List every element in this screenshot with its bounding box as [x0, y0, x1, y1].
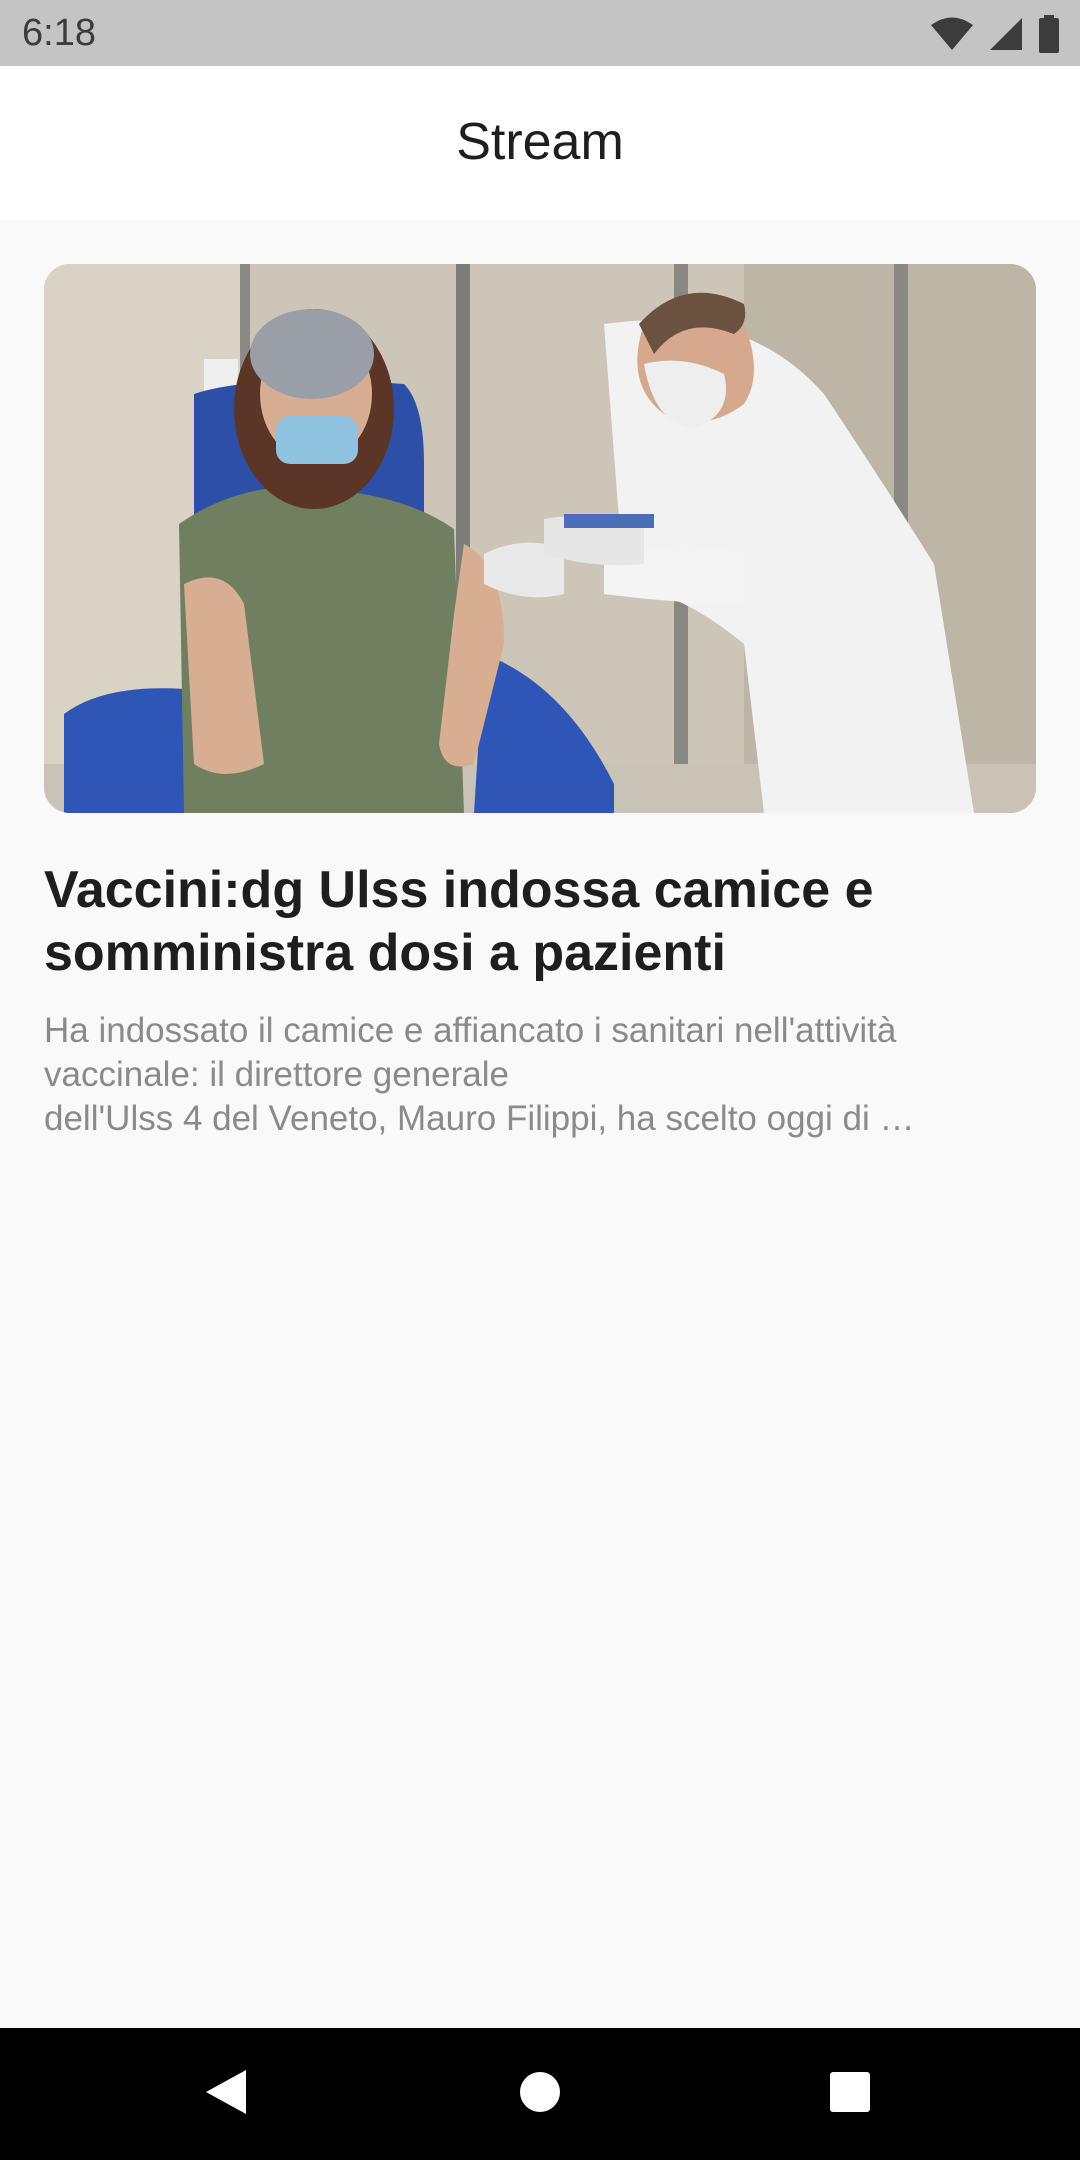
battery-icon [1038, 15, 1060, 53]
system-nav-bar [0, 2028, 1080, 2160]
article-photo [44, 264, 1036, 813]
status-icons [930, 14, 1060, 54]
home-icon [519, 2071, 561, 2118]
recents-button[interactable] [820, 2064, 880, 2124]
status-time: 6:18 [22, 12, 96, 54]
article-card[interactable]: Vaccini:dg Ulss indossa camice e sommini… [44, 264, 1036, 1141]
back-button[interactable] [196, 2064, 256, 2124]
recents-icon [829, 2071, 871, 2118]
cellular-signal-icon [988, 16, 1024, 52]
screen: 6:18 Stream Vaccini:dg Ulss indossa cami… [0, 0, 1080, 2160]
app-bar: Stream [0, 66, 1080, 220]
page-title: Stream [456, 113, 624, 171]
stream-list[interactable]: Vaccini:dg Ulss indossa camice e sommini… [0, 220, 1080, 2028]
status-bar: 6:18 [0, 0, 1080, 66]
article-image[interactable] [44, 264, 1036, 813]
back-icon [204, 2068, 248, 2121]
wifi-icon [930, 16, 974, 52]
article-excerpt: Ha indossato il camice e affiancato i sa… [44, 1011, 915, 1138]
article-title[interactable]: Vaccini:dg Ulss indossa camice e sommini… [44, 859, 1036, 985]
home-button[interactable] [510, 2064, 570, 2124]
